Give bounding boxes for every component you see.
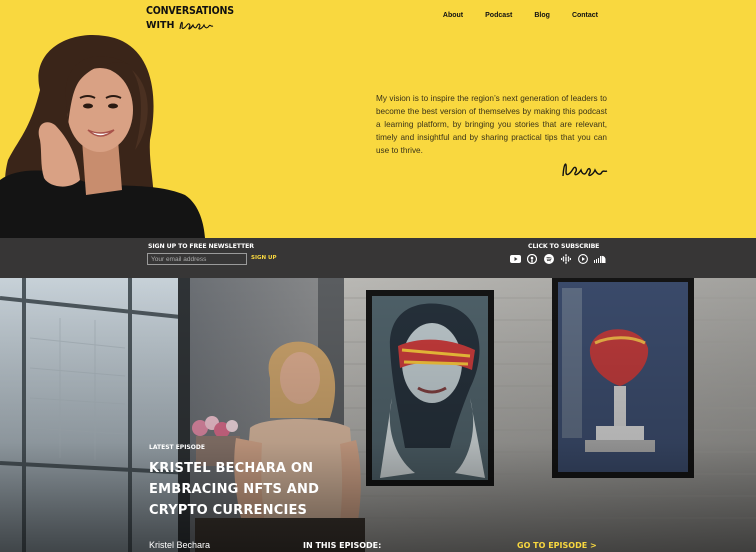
signature-icon [562, 163, 608, 177]
logo-with-text: WITH [146, 19, 175, 31]
subscribe-icons [509, 254, 606, 264]
vision-statement: My vision is to inspire the region’s nex… [376, 94, 607, 155]
latest-episode-label: LATEST EPISODE [149, 444, 205, 451]
google-podcasts-icon[interactable] [560, 254, 572, 264]
newsletter-title: SIGN UP TO FREE NEWSLETTER [148, 243, 254, 250]
latest-episode-section: LATEST EPISODE KRISTEL BECHARA ON EMBRAC… [0, 278, 756, 552]
newsletter-email-input[interactable] [147, 253, 247, 265]
site-logo[interactable]: CONVERSATIONS WITH [146, 5, 234, 31]
youtube-icon[interactable] [509, 254, 521, 264]
apple-podcasts-icon[interactable] [526, 254, 538, 264]
in-this-episode-heading: IN THIS EPISODE: [303, 541, 382, 550]
nav-contact[interactable]: Contact [572, 12, 598, 19]
subscribe-title: CLICK TO SUBSCRIBE [528, 243, 600, 250]
hero-section: CONVERSATIONS WITH About Podcast Blog Co… [0, 0, 756, 238]
newsletter-signup-button[interactable]: SIGN UP [251, 255, 277, 261]
episode-photo [0, 278, 756, 552]
host-portrait-image [0, 34, 205, 238]
newsletter-bar: SIGN UP TO FREE NEWSLETTER SIGN UP CLICK… [0, 238, 756, 278]
soundcloud-icon[interactable] [594, 254, 606, 264]
episode-title[interactable]: KRISTEL BECHARA ON EMBRACING NFTS AND CR… [149, 458, 349, 521]
main-nav: About Podcast Blog Contact [443, 12, 598, 19]
spotify-icon[interactable] [543, 254, 555, 264]
nav-about[interactable]: About [443, 12, 463, 19]
logo-text: CONVERSATIONS [146, 5, 234, 18]
episode-guest-name: Kristel Bechara [149, 540, 211, 550]
nav-podcast[interactable]: Podcast [485, 12, 512, 19]
go-to-episode-link[interactable]: GO TO EPISODE > [517, 541, 597, 550]
nav-blog[interactable]: Blog [534, 12, 550, 19]
play-circle-icon[interactable] [577, 254, 589, 264]
